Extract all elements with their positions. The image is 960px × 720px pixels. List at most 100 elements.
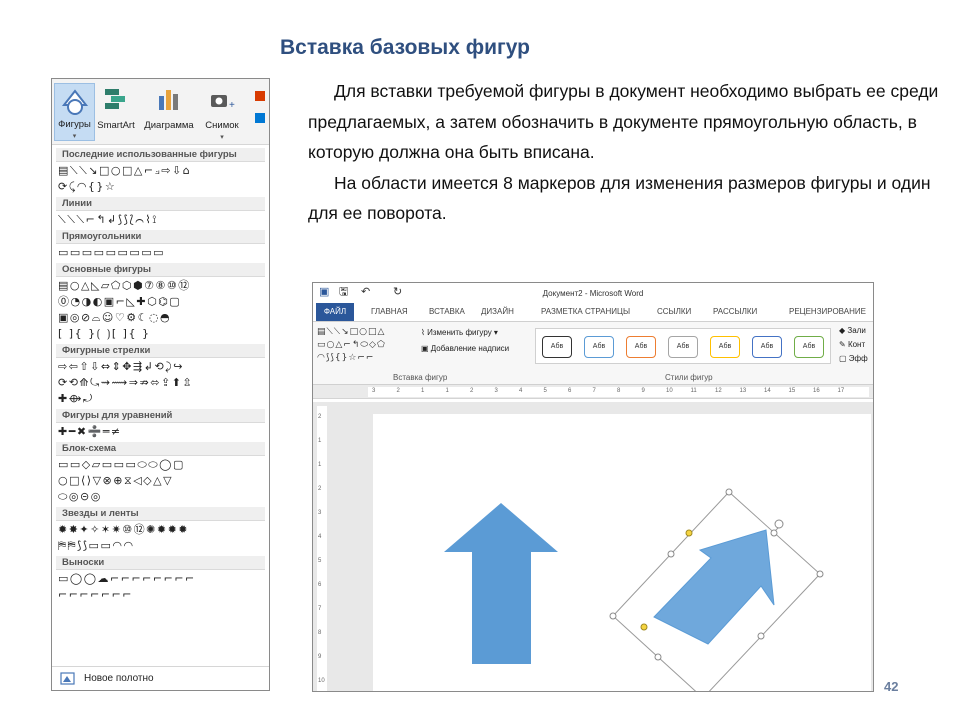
shape-row[interactable]: ▭◯◯☁⌐⌐⌐⌐⌐⌐⌐⌐ [58, 571, 265, 586]
ruler-number: 3 [318, 510, 322, 516]
tab-review[interactable]: РЕЦЕНЗИРОВАНИЕ [789, 307, 866, 316]
sizing-handle[interactable] [667, 550, 675, 558]
ruler-number: 7 [592, 388, 596, 394]
screenshot-button[interactable]: + Снимок ▾ [200, 83, 244, 141]
shapes-gallery: Фигуры ▾ SmartArt Диаграмма + Снимок ▾ П… [51, 78, 270, 691]
new-canvas-button[interactable]: Новое полотно [52, 666, 269, 690]
gallery-section-flowchart: Блок-схема ▭▭◇▱▭▭▭⬭⬭◯▢ ○□⟨⟩▽⊗⊕⧖◁◇△▽ ⬭◎⊝◎ [52, 442, 269, 504]
shape-row[interactable]: ⛿⛿⟆⟆▭▭◠◠ [58, 538, 265, 553]
shape-row[interactable]: ✚━✖➗═≠ [58, 424, 265, 439]
shape-row[interactable]: ⌐⌐⌐⌐⌐⌐⌐ [58, 587, 265, 602]
tab-insert[interactable]: ВСТАВКА [429, 307, 465, 316]
ruler-number: 1 [318, 462, 322, 468]
ruler-number: 3 [372, 388, 376, 394]
shape-row[interactable]: ⓪◔◑◐▣⌐◺✚⬡⌬▢ [58, 294, 265, 309]
sizing-handle[interactable] [654, 653, 662, 661]
pen-icon: ✎ [839, 340, 848, 349]
group-label-shape-styles: Стили фигур [665, 373, 713, 382]
sizing-handle[interactable] [757, 632, 765, 640]
ruler-number: 10 [666, 388, 673, 394]
document-area: 2 1 1 2 3 4 5 6 7 8 9 10 [313, 402, 873, 691]
svg-text:+: + [229, 100, 235, 111]
sizing-handle[interactable] [609, 612, 617, 620]
adjustment-handle[interactable] [640, 623, 648, 631]
shape-row[interactable]: ○□⟨⟩▽⊗⊕⧖◁◇△▽ [58, 473, 265, 488]
shape-fill-label: Зали [847, 326, 866, 335]
word-titlebar: ▣ 🖫 ↶ ↻ Документ2 - Microsoft Word [313, 283, 873, 303]
shapes-button[interactable]: Фигуры ▾ [54, 83, 95, 141]
add-text-box-button[interactable]: ▣ Добавление надписи [421, 344, 509, 353]
chart-icon [159, 90, 178, 110]
section-header: Звезды и ленты [56, 507, 265, 521]
shape-row[interactable]: ⬭◎⊝◎ [58, 489, 265, 504]
shape-outline-button[interactable]: ✎ Конт [839, 340, 865, 349]
sizing-handle[interactable] [816, 570, 824, 578]
tab-mailings[interactable]: РАССЫЛКИ [713, 307, 757, 316]
style-tile[interactable]: Абв [542, 336, 572, 358]
style-tile[interactable]: Абв [626, 336, 656, 358]
shape-row[interactable]: ▣◎⊘⌓☺♡⚙☾◌◓ [58, 310, 265, 325]
tab-home[interactable]: ГЛАВНАЯ [371, 307, 408, 316]
word-tabs: ФАЙЛ ГЛАВНАЯ ВСТАВКА ДИЗАЙН РАЗМЕТКА СТР… [313, 303, 873, 321]
style-tile[interactable]: Абв [710, 336, 740, 358]
tab-references[interactable]: ССЫЛКИ [657, 307, 691, 316]
gallery-section-block-arrows: Фигурные стрелки ⇨⇦⇧⇩⇔⇕✥⇶↲⟲⤸↪ ⟳⟲⟰⤿⇝⟿⇒⇏⬄⇪… [52, 344, 269, 406]
shape-row[interactable]: ✚⟴⤾ [58, 391, 265, 406]
ruler-number: 6 [568, 388, 572, 394]
sizing-handle[interactable] [770, 529, 778, 537]
smartart-button[interactable]: SmartArt [96, 83, 136, 141]
office-apps-button[interactable] [252, 83, 268, 141]
chart-button[interactable]: Диаграмма [141, 83, 197, 141]
ruler-number: 17 [837, 388, 845, 394]
gallery-section-equation: Фигуры для уравнений ✚━✖➗═≠ [52, 409, 269, 439]
chevron-down-icon: ▾ [220, 134, 224, 141]
tab-page-layout[interactable]: РАЗМЕТКА СТРАНИЦЫ [541, 307, 630, 316]
shape-row[interactable]: ▭▭◇▱▭▭▭⬭⬭◯▢ [58, 457, 265, 472]
ruler-number: 6 [318, 582, 322, 588]
ruler-number: 2 [396, 388, 400, 394]
style-tile[interactable]: Абв [584, 336, 614, 358]
tab-design[interactable]: ДИЗАЙН [481, 307, 514, 316]
tab-file[interactable]: ФАЙЛ [316, 303, 354, 321]
ruler-number: 13 [739, 388, 747, 394]
section-header: Блок-схема [56, 442, 265, 456]
adjustment-handle[interactable] [685, 529, 693, 537]
horizontal-ruler[interactable]: 3 2 1 1 2 3 4 5 6 7 8 9 10 11 12 13 14 15 16 17 [313, 385, 873, 399]
shape-row[interactable]: ▤⟍⟍↘□○□△⌐⟓⇨⇩⌂ [58, 163, 265, 178]
vertical-ruler[interactable]: 2 1 1 2 3 4 5 6 7 8 9 10 [317, 406, 327, 691]
ruler-number: 15 [788, 388, 796, 394]
shape-effects-label: Эфф [848, 354, 868, 363]
shape-row[interactable]: [ ]{ }⟮ ⟯[ ]{ } [58, 326, 265, 341]
section-header: Выноски [56, 556, 265, 570]
rotation-handle[interactable] [774, 519, 784, 529]
shape-row[interactable]: ⟍⟍⟍⌐↰↲⟆⟆⟅⌒⌇⟟ [58, 212, 265, 227]
shape-row[interactable]: ▤○△◺▱⬠⬡⬢⑦⑧⑩⑫ [58, 278, 265, 293]
effects-icon: ▢ [839, 354, 849, 363]
ruler-number: 8 [617, 388, 621, 394]
screenshot-label: Снимок [205, 120, 239, 131]
shape-row[interactable]: ⇨⇦⇧⇩⇔⇕✥⇶↲⟲⤸↪ [58, 359, 265, 374]
shapes-canvas [444, 488, 824, 691]
document-page[interactable] [373, 414, 871, 691]
text-box-icon: ▣ [421, 344, 431, 353]
change-shape-button[interactable]: ⌇ Изменить фигуру ▾ [421, 328, 498, 337]
up-arrow-shape[interactable] [444, 503, 558, 664]
style-tile[interactable]: Абв [794, 336, 824, 358]
shape-row[interactable]: ⟳⤹◠{}☆ [58, 179, 265, 194]
shape-row[interactable]: ▭▭▭▭▭▭▭▭▭ [58, 245, 265, 260]
style-tile[interactable]: Абв [668, 336, 698, 358]
ruler-number: 9 [318, 654, 322, 660]
style-tile[interactable]: Абв [752, 336, 782, 358]
ruler-number: 2 [470, 388, 474, 394]
shape-row[interactable]: ⟳⟲⟰⤿⇝⟿⇒⇏⬄⇪⬆⇫ [58, 375, 265, 390]
paragraph-insert-shape: Для вставки требуемой фигуры в документ … [308, 81, 939, 162]
insert-shapes-gallery[interactable]: ▤⟍⟍↘□○□△ ▭○△⌐↰⬭◇⬠ ◠⟆⟆{}☆⌐⌐ [317, 326, 415, 365]
shape-effects-button[interactable]: ▢ Эфф [839, 354, 868, 363]
paragraph-markers: На области имеется 8 маркеров для измене… [308, 172, 931, 224]
shape-row[interactable]: ✹✸✦✧✶✷⑩⑫✺✹✹✹ [58, 522, 265, 537]
section-header: Фигурные стрелки [56, 344, 265, 358]
shape-fill-button[interactable]: ◆ Зали [839, 326, 866, 335]
slide-title: Вставка базовых фигур [280, 36, 531, 59]
diagonal-arrow-shape[interactable] [653, 529, 775, 645]
sizing-handle[interactable] [725, 488, 733, 496]
